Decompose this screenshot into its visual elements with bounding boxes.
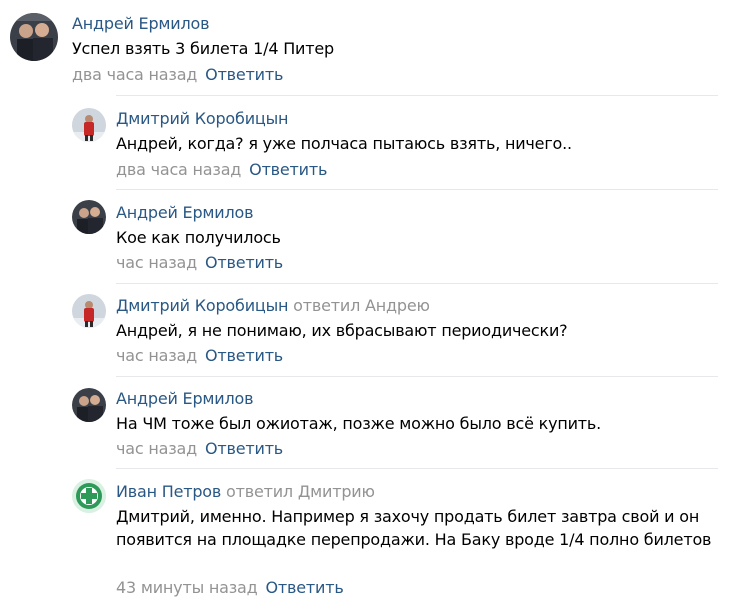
comment-text: Кое как получилось: [116, 228, 281, 247]
reply-button[interactable]: Ответить: [205, 439, 283, 458]
reply-button[interactable]: Ответить: [205, 253, 283, 272]
divider: [116, 189, 718, 190]
comment-author[interactable]: Дмитрий Коробицын: [116, 109, 288, 128]
comment-author: Дмитрий Коробицын ответил Андрею: [116, 296, 430, 315]
avatar[interactable]: [72, 294, 106, 328]
comment-time[interactable]: час назад: [116, 253, 197, 272]
comment-time[interactable]: два часа назад: [72, 65, 197, 84]
comment-time[interactable]: час назад: [116, 439, 197, 458]
avatar[interactable]: [72, 200, 106, 234]
comment-author[interactable]: Андрей Ермилов: [116, 389, 254, 408]
avatar[interactable]: [72, 108, 106, 142]
comment-text: Дмитрий, именно. Например я захочу прода…: [116, 507, 712, 549]
reply-button[interactable]: Ответить: [205, 65, 283, 84]
reply-button[interactable]: Ответить: [249, 160, 327, 179]
avatar[interactable]: [10, 13, 58, 61]
author-name[interactable]: Дмитрий Коробицын: [116, 296, 288, 315]
comment-text: Андрей, когда? я уже полчаса пытаюсь взя…: [116, 134, 572, 153]
divider: [116, 468, 718, 469]
comment-text: На ЧМ тоже был ожиотаж, позже можно было…: [116, 414, 602, 433]
comment-time[interactable]: два часа назад: [116, 160, 241, 179]
comment-meta: 43 минуты назад Ответить: [116, 578, 344, 597]
comment-meta: час назад Ответить: [116, 346, 283, 365]
comment-author: Иван Петров ответил Дмитрию: [116, 482, 375, 501]
comment-meta: два часа назад Ответить: [72, 65, 283, 84]
reply-to-name[interactable]: Дмитрию: [298, 482, 375, 501]
replied-label: ответил: [293, 296, 361, 315]
reply-button[interactable]: Ответить: [205, 346, 283, 365]
comment-author[interactable]: Андрей Ермилов: [116, 203, 254, 222]
comment-meta: час назад Ответить: [116, 439, 283, 458]
avatar[interactable]: [72, 479, 106, 513]
author-name[interactable]: Иван Петров: [116, 482, 221, 501]
divider: [116, 95, 718, 96]
comment-text: Андрей, я не понимаю, их вбрасывают пери…: [116, 321, 568, 340]
replied-label: ответил: [226, 482, 293, 501]
comment-author[interactable]: Андрей Ермилов: [72, 14, 210, 33]
divider: [116, 283, 718, 284]
divider: [116, 376, 718, 377]
comment-meta: час назад Ответить: [116, 253, 283, 272]
comment-text: Успел взять 3 билета 1/4 Питер: [72, 39, 334, 58]
reply-to-name[interactable]: Андрею: [365, 296, 430, 315]
comment-time[interactable]: час назад: [116, 346, 197, 365]
reply-button[interactable]: Ответить: [266, 578, 344, 597]
comment-time[interactable]: 43 минуты назад: [116, 578, 258, 597]
comment-meta: два часа назад Ответить: [116, 160, 327, 179]
avatar[interactable]: [72, 388, 106, 422]
